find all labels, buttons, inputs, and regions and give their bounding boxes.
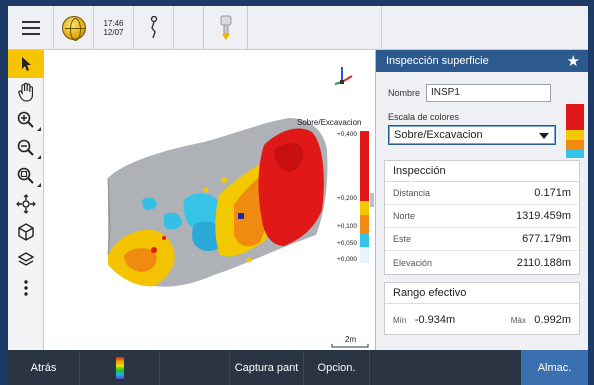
range-max-value: 0.992m (534, 314, 571, 326)
panel-header: Inspección superficie ★ (376, 50, 588, 72)
legend-title: Sobre/Excavacion (297, 118, 361, 127)
scale-bar-label: 2m (345, 335, 356, 344)
legend-band-red (360, 131, 369, 201)
zoom-extents-icon (17, 167, 34, 184)
color-palette-button[interactable] (80, 350, 160, 385)
range-min-value: -0.934m (414, 314, 456, 326)
pan-tool[interactable] (8, 78, 44, 106)
legend-tick-2: +0,200 (337, 195, 357, 202)
range-row: Mín -0.934m Máx 0.992m (385, 304, 579, 334)
submenu-indicator-icon (37, 155, 41, 159)
back-button[interactable]: Atrás (8, 350, 80, 385)
prism-icon (220, 15, 231, 40)
cube-view-tool[interactable] (8, 218, 44, 246)
status-area (248, 6, 382, 50)
bottom-bar-slot (160, 350, 230, 385)
status-area-right (382, 6, 588, 50)
row-label: Distancia (393, 188, 431, 198)
row-label: Norte (393, 211, 416, 221)
row-value: 0.171m (534, 187, 571, 199)
range-min-label: Mín (393, 316, 407, 325)
antenna-icon (150, 16, 157, 39)
clock: 17:46 12/07 (94, 6, 134, 50)
color-scale-value: Sobre/Excavacion (394, 129, 483, 141)
surface-inspection-render: Sobre/Excavacion +0,400 +0,200 +0,100 +0… (107, 67, 374, 348)
legend-tick-3: +0,100 (337, 223, 357, 230)
map-view[interactable]: Sobre/Excavacion +0,400 +0,200 +0,100 +0… (44, 50, 375, 350)
name-row: Nombre INSP1 (388, 84, 552, 102)
cube-icon (18, 223, 34, 241)
more-tool[interactable] (8, 274, 44, 302)
range-title: Rango efectivo (385, 283, 579, 304)
hamburger-icon (21, 17, 40, 39)
screen-capture-button[interactable]: Captura pant (230, 350, 304, 385)
zoom-in-icon (17, 111, 34, 128)
inspection-panel: Inspección superficie ★ Nombre INSP1 Esc… (375, 50, 588, 350)
scale-bar: 2m (331, 335, 369, 348)
zoom-extents-tool[interactable] (8, 162, 44, 190)
map-toolbar (8, 50, 44, 350)
time-text: 17:46 (103, 19, 124, 28)
gnss-status-button[interactable] (54, 6, 94, 50)
inspection-title: Inspección (385, 161, 579, 182)
zoom-out-icon (17, 139, 34, 156)
axis-triad-icon (334, 67, 353, 85)
instrument-status-button[interactable] (204, 6, 248, 50)
inspection-box: Inspección Distancia 0.171m Norte 1319.4… (384, 160, 580, 275)
name-input[interactable]: INSP1 (426, 84, 552, 102)
legend-tick-5: +0,000 (337, 256, 357, 263)
color-palette-icon (115, 356, 124, 379)
legend-handle[interactable] (370, 193, 374, 207)
globe-icon (61, 16, 86, 41)
layers-tool[interactable] (8, 246, 44, 274)
row-label: Este (393, 234, 412, 244)
zoom-in-tool[interactable] (8, 106, 44, 134)
receiver-status-button[interactable] (134, 6, 174, 50)
favorite-star-icon[interactable]: ★ (567, 52, 580, 70)
zoom-out-tool[interactable] (8, 134, 44, 162)
row-label: Elevación (393, 257, 433, 268)
legend-band-yellow (360, 201, 369, 215)
submenu-indicator-icon (37, 127, 41, 131)
status-slot (174, 6, 204, 50)
store-button[interactable]: Almac. (521, 350, 588, 385)
more-vertical-icon (24, 280, 28, 296)
legend-band-light (360, 247, 369, 263)
inspection-row: Distancia 0.171m (385, 182, 579, 205)
dropdown-caret-icon (539, 133, 549, 139)
panel-title: Inspección superficie (386, 55, 489, 67)
inspection-row: Elevación 2110.188m (385, 251, 579, 274)
orbit-icon (16, 194, 36, 214)
legend-tick-1: +0,400 (337, 131, 357, 138)
color-scale-select[interactable]: Sobre/Excavacion (388, 125, 556, 145)
status-bar: 17:46 12/07 (8, 6, 588, 50)
orbit-tool[interactable] (8, 190, 44, 218)
bottom-action-bar: Atrás Captura pant Opcion. Almac. (8, 350, 588, 385)
options-button[interactable]: Opcion. (304, 350, 370, 385)
menu-button[interactable] (8, 6, 54, 50)
submenu-indicator-icon (37, 183, 41, 187)
select-tool[interactable] (8, 50, 44, 78)
layers-icon (17, 252, 35, 266)
legend-band-orange (360, 215, 369, 233)
name-label: Nombre (388, 88, 421, 98)
inspection-row: Este 677.179m (385, 228, 579, 251)
row-value: 2110.188m (516, 256, 571, 269)
hand-icon (18, 82, 33, 102)
row-value: 677.179m (522, 233, 571, 245)
color-scale-swatch (566, 104, 584, 158)
cursor-icon (22, 57, 31, 71)
date-text: 12/07 (103, 28, 124, 37)
legend-tick-4: +0,050 (337, 240, 357, 247)
inspection-surface (107, 118, 328, 287)
color-scale-label: Escala de colores (388, 112, 460, 122)
effective-range-box: Rango efectivo Mín -0.934m Máx 0.992m (384, 282, 580, 335)
range-max-label: Máx (510, 316, 526, 325)
legend-band-cyan (360, 233, 369, 247)
inspection-row: Norte 1319.459m (385, 205, 579, 228)
row-value: 1319.459m (515, 210, 571, 222)
